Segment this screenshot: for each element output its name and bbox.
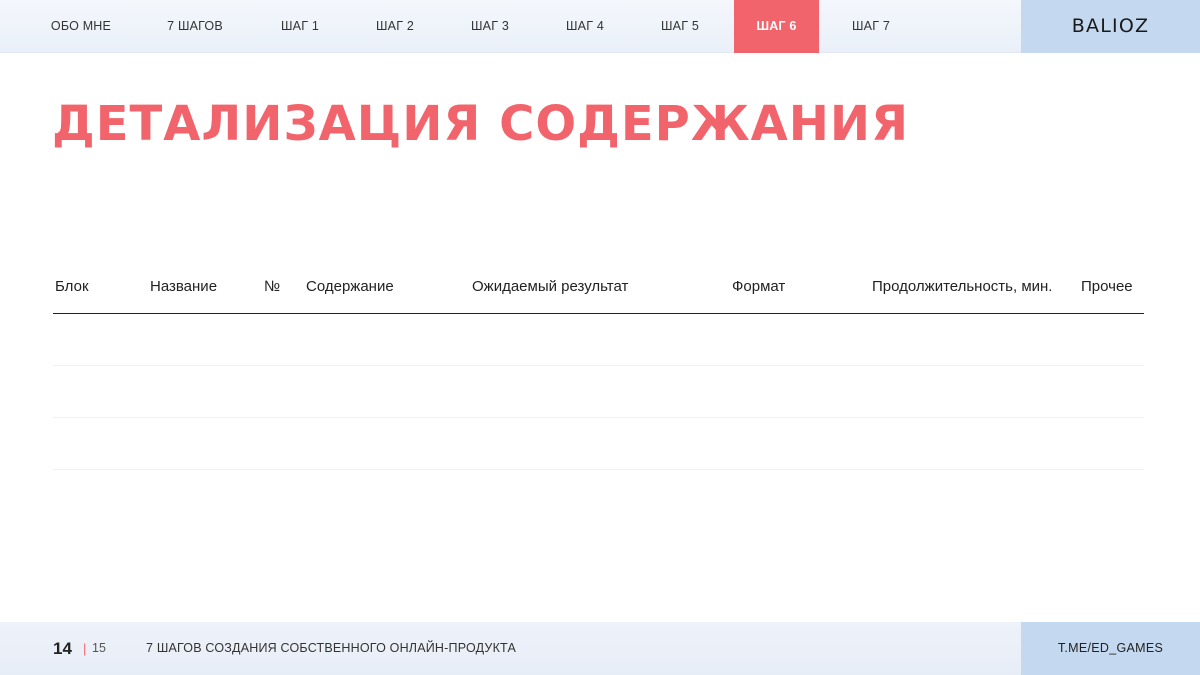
footer: 14 | 15 7 ШАГОВ СОЗДАНИЯ СОБСТВЕННОГО ОН… [0,622,1200,675]
table-header: Блок Название № Содержание Ожидаемый рез… [53,274,1144,314]
footer-caption: 7 ШАГОВ СОЗДАНИЯ СОБСТВЕННОГО ОНЛАЙН-ПРО… [146,641,517,655]
nav-item-step-7[interactable]: ШАГ 7 [833,0,909,53]
nav-item-step-4[interactable]: ШАГ 4 [547,0,623,53]
nav-item-step-6[interactable]: ШАГ 6 [734,0,819,53]
telegram-link[interactable]: T.ME/ED_GAMES [1021,622,1200,675]
column-header-number: № [264,278,281,295]
column-header-name: Название [150,278,218,295]
top-navigation: ОБО МНЕ 7 ШАГОВ ШАГ 1 ШАГ 2 ШАГ 3 ШАГ 4 … [0,0,1200,53]
column-header-block: Блок [55,278,89,295]
brand-logo: BALIOZ [1021,0,1200,53]
nav-item-step-1[interactable]: ШАГ 1 [262,0,338,53]
column-header-content: Содержание [306,278,394,295]
column-header-duration: Продолжительность, мин. [872,278,1053,295]
page-title: ДЕТАЛИЗАЦИЯ СОДЕРЖАНИЯ [52,96,910,152]
nav-item-7-steps[interactable]: 7 ШАГОВ [152,0,238,53]
total-pages: 15 [92,641,106,655]
nav-item-step-3[interactable]: ШАГ 3 [452,0,528,53]
current-page-number: 14 [53,639,72,658]
nav-item-step-5[interactable]: ШАГ 5 [642,0,718,53]
nav-item-step-2[interactable]: ШАГ 2 [357,0,433,53]
table-row [53,417,1144,418]
page-separator: | [83,641,87,656]
table-row [53,469,1144,470]
column-header-other: Прочее [1081,278,1133,295]
column-header-expected-result: Ожидаемый результат [472,278,629,295]
table-row [53,365,1144,366]
nav-item-about[interactable]: ОБО МНЕ [40,0,122,53]
column-header-format: Формат [732,278,786,295]
